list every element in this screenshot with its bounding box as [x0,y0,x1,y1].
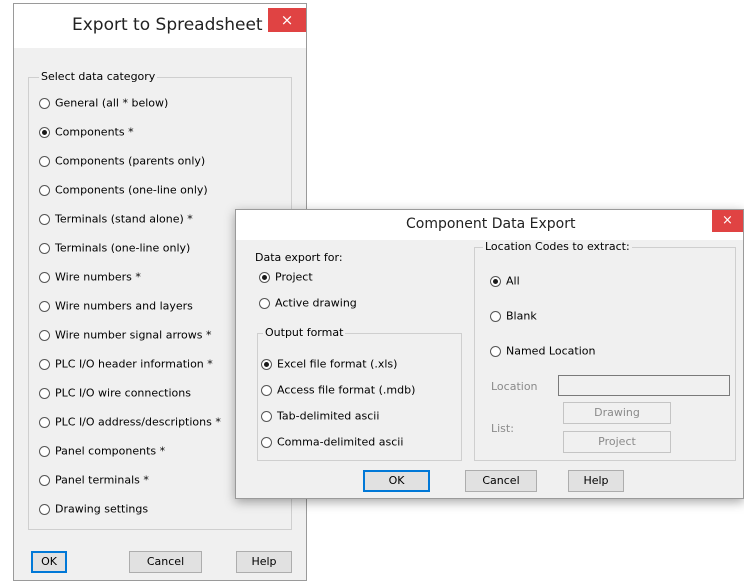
cancel-button[interactable]: Cancel [129,551,202,573]
help-button[interactable]: Help [568,470,624,492]
radio-icon[interactable] [259,297,270,309]
radio-blank[interactable]: Blank [490,309,537,327]
radio-panel-components[interactable]: Panel components * [39,444,165,462]
list-label: List: [491,422,514,435]
ok-button[interactable]: OK [31,551,67,573]
location-label: Location [491,380,538,393]
close-button[interactable]: × [712,210,743,232]
title-bar[interactable]: Export to Spreadsheet × [14,4,306,48]
radio-icon[interactable] [39,358,50,370]
radio-plc-io-wire-connections[interactable]: PLC I/O wire connections [39,386,191,404]
radio-named-location[interactable]: Named Location [490,344,595,362]
radio-label: Comma-delimited ascii [277,435,404,449]
radio-access-format[interactable]: Access file format (.mdb) [261,383,415,401]
radio-label: Project [275,270,313,284]
radio-selected-icon[interactable] [490,275,501,287]
radio-icon[interactable] [490,310,501,322]
radio-label: Wire numbers and layers [55,299,193,313]
radio-icon[interactable] [39,242,50,254]
radio-plc-io-header-information[interactable]: PLC I/O header information * [39,357,213,375]
radio-icon[interactable] [261,436,272,448]
location-codes-group: Location Codes to extract: All Blank Nam… [474,240,736,461]
group-label: Select data category [39,70,158,83]
radio-label: Drawing settings [55,502,149,516]
radio-label: Excel file format (.xls) [277,357,398,371]
radio-label: PLC I/O address/descriptions * [55,415,221,429]
radio-label: Components * [55,125,134,139]
radio-label: Blank [506,309,537,323]
radio-icon[interactable] [39,474,50,486]
radio-icon[interactable] [39,213,50,225]
radio-icon[interactable] [39,300,50,312]
radio-label: General (all * below) [55,96,169,110]
project-button[interactable]: Project [563,431,671,453]
dialog-title: Export to Spreadsheet [72,15,263,35]
dialog-title: Component Data Export [406,216,576,232]
radio-icon[interactable] [261,384,272,396]
radio-label: Panel terminals * [55,473,149,487]
data-export-for-group: Data export for: Project Active drawing [245,247,465,311]
radio-selected-icon[interactable] [261,358,272,370]
radio-label: Wire numbers * [55,270,141,284]
radio-label: PLC I/O wire connections [55,386,191,400]
radio-icon[interactable] [39,271,50,283]
radio-icon[interactable] [39,416,50,428]
radio-tab-delimited[interactable]: Tab-delimited ascii [261,409,379,427]
ok-button[interactable]: OK [363,470,430,492]
radio-label: Active drawing [275,296,357,310]
radio-wire-number-signal-arrows[interactable]: Wire number signal arrows * [39,328,212,346]
radio-icon[interactable] [39,97,50,109]
help-button[interactable]: Help [236,551,292,573]
radio-icon[interactable] [261,410,272,422]
radio-label: Access file format (.mdb) [277,383,416,397]
radio-label: Named Location [506,344,596,358]
radio-components-one-line-only[interactable]: Components (one-line only) [39,183,208,201]
radio-drawing-settings[interactable]: Drawing settings [39,502,148,520]
title-bar[interactable]: Component Data Export × [236,210,743,240]
radio-panel-terminals[interactable]: Panel terminals * [39,473,149,491]
radio-label: Panel components * [55,444,166,458]
radio-icon[interactable] [39,387,50,399]
radio-general[interactable]: General (all * below) [39,96,168,114]
close-button[interactable]: × [268,8,306,32]
radio-excel-format[interactable]: Excel file format (.xls) [261,357,397,375]
radio-icon[interactable] [490,345,501,357]
radio-icon[interactable] [39,329,50,341]
cancel-button[interactable]: Cancel [465,470,537,492]
radio-wire-numbers-and-layers[interactable]: Wire numbers and layers [39,299,193,317]
radio-comma-delimited[interactable]: Comma-delimited ascii [261,435,403,453]
radio-selected-icon[interactable] [39,126,50,138]
radio-label: Terminals (stand alone) * [55,212,193,226]
radio-terminals-one-line-only[interactable]: Terminals (one-line only) [39,241,190,259]
component-data-export-dialog: Component Data Export × Data export for:… [235,209,744,499]
location-input[interactable] [558,375,730,396]
radio-all[interactable]: All [490,274,520,292]
radio-label: Tab-delimited ascii [277,409,380,423]
radio-wire-numbers[interactable]: Wire numbers * [39,270,141,288]
radio-icon[interactable] [39,184,50,196]
group-label: Output format [263,326,346,339]
radio-project[interactable]: Project [259,270,313,288]
radio-terminals-stand-alone[interactable]: Terminals (stand alone) * [39,212,193,230]
radio-icon[interactable] [39,445,50,457]
radio-icon[interactable] [39,155,50,167]
radio-label: Components (parents only) [55,154,206,168]
output-format-group: Output format Excel file format (.xls) A… [257,326,462,461]
radio-label: Components (one-line only) [55,183,208,197]
radio-label: All [506,274,520,288]
radio-icon[interactable] [39,503,50,515]
group-label: Data export for: [255,251,343,264]
radio-label: PLC I/O header information * [55,357,213,371]
drawing-button[interactable]: Drawing [563,402,671,424]
radio-label: Wire number signal arrows * [55,328,212,342]
group-label: Location Codes to extract: [483,240,632,253]
radio-components-parents-only[interactable]: Components (parents only) [39,154,205,172]
radio-active-drawing[interactable]: Active drawing [259,296,357,314]
radio-label: Terminals (one-line only) [55,241,191,255]
radio-plc-io-address-descriptions[interactable]: PLC I/O address/descriptions * [39,415,221,433]
radio-components[interactable]: Components * [39,125,134,143]
radio-selected-icon[interactable] [259,271,270,283]
